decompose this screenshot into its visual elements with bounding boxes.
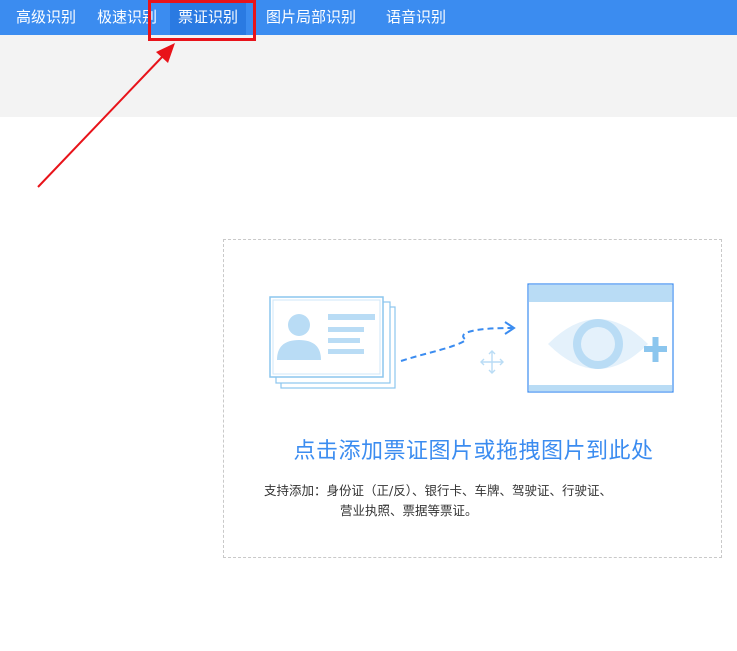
- tab-advanced-recognition[interactable]: 高级识别: [16, 0, 76, 35]
- supported-types-line1: 支持添加：身份证（正/反）、银行卡、车牌、驾驶证、行驶证、: [264, 483, 612, 498]
- drag-move-icon: [480, 350, 504, 374]
- id-card-icon: [269, 296, 396, 389]
- tab-voice-recognition[interactable]: 语音识别: [386, 0, 446, 35]
- top-nav: 高级识别 极速识别 票证识别 图片局部识别 语音识别: [0, 0, 737, 35]
- tab-ticket-recognition[interactable]: 票证识别: [170, 0, 247, 35]
- supported-types-text: 支持添加：身份证（正/反）、银行卡、车牌、驾驶证、行驶证、 营业执照、票据等票证…: [264, 481, 694, 521]
- supported-types-line2: 营业执照、票据等票证。: [340, 503, 478, 518]
- tab-partial-image-recognition[interactable]: 图片局部识别: [266, 0, 356, 35]
- dropzone-title: 点击添加票证图片或拖拽图片到此处: [293, 439, 654, 464]
- toolbar-strip: [0, 35, 737, 117]
- page: 高级识别 极速识别 票证识别 图片局部识别 语音识别 点击添加票证图片或拖拽图片…: [0, 0, 737, 651]
- upload-dropzone[interactable]: 点击添加票证图片或拖拽图片到此处 支持添加：身份证（正/反）、银行卡、车牌、驾驶…: [223, 239, 722, 558]
- image-eye-add-icon: [527, 283, 674, 393]
- tab-fast-recognition[interactable]: 极速识别: [97, 0, 157, 35]
- upload-illustration: [269, 283, 674, 393]
